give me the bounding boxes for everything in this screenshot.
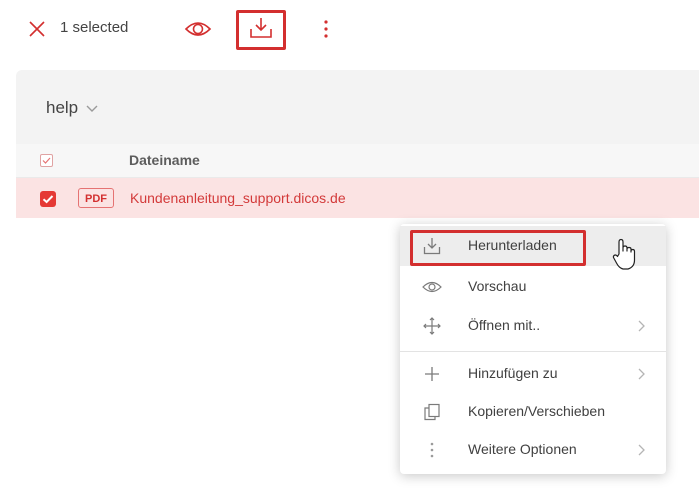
chevron-down-icon bbox=[86, 98, 98, 118]
move-arrows-icon bbox=[422, 317, 442, 335]
context-menu: Herunterladen Vorschau Öffnen mit.. Hinz… bbox=[400, 224, 666, 474]
menu-item-copy-move[interactable]: Kopieren/Verschieben bbox=[400, 392, 666, 432]
selection-toolbar: 1 selected bbox=[0, 0, 699, 62]
download-icon bbox=[422, 237, 442, 255]
menu-item-label: Hinzufügen zu bbox=[468, 365, 558, 381]
breadcrumb-folder: help bbox=[46, 98, 79, 117]
column-header-filename[interactable]: Dateiname bbox=[129, 152, 200, 168]
menu-item-more-options[interactable]: Weitere Optionen bbox=[400, 430, 666, 470]
table-header: Dateiname bbox=[16, 144, 699, 178]
select-all-checkbox[interactable] bbox=[40, 154, 53, 167]
file-browser: 1 selected help Dateiname PDF Kundenanle… bbox=[0, 0, 699, 504]
table-row[interactable]: PDF Kundenanleitung_support.dicos.de bbox=[16, 178, 699, 218]
menu-item-open-with[interactable]: Öffnen mit.. bbox=[400, 306, 666, 346]
copy-icon bbox=[422, 403, 442, 421]
file-name[interactable]: Kundenanleitung_support.dicos.de bbox=[130, 190, 346, 206]
close-icon[interactable] bbox=[28, 20, 46, 38]
menu-item-preview[interactable]: Vorschau bbox=[400, 267, 666, 307]
download-icon bbox=[249, 17, 273, 44]
row-checkbox[interactable] bbox=[40, 191, 56, 207]
breadcrumb[interactable]: help bbox=[46, 98, 98, 118]
menu-item-label: Herunterladen bbox=[468, 237, 557, 253]
menu-item-add-to[interactable]: Hinzufügen zu bbox=[400, 354, 666, 394]
eye-icon[interactable] bbox=[184, 17, 212, 41]
more-vertical-icon[interactable] bbox=[320, 16, 332, 42]
plus-icon bbox=[422, 365, 442, 383]
menu-divider bbox=[400, 351, 666, 352]
chevron-right-icon bbox=[636, 319, 646, 333]
menu-item-download[interactable]: Herunterladen bbox=[400, 226, 666, 266]
eye-icon bbox=[422, 278, 442, 296]
selected-count: 1 selected bbox=[60, 19, 129, 36]
menu-item-label: Weitere Optionen bbox=[468, 441, 577, 457]
menu-item-label: Öffnen mit.. bbox=[468, 317, 541, 333]
download-button[interactable] bbox=[236, 10, 286, 50]
more-vertical-icon bbox=[422, 441, 442, 459]
menu-item-label: Kopieren/Verschieben bbox=[468, 403, 605, 419]
chevron-right-icon bbox=[636, 367, 646, 381]
chevron-right-icon bbox=[636, 443, 646, 457]
pdf-icon: PDF bbox=[78, 188, 114, 208]
menu-item-label: Vorschau bbox=[468, 278, 527, 294]
